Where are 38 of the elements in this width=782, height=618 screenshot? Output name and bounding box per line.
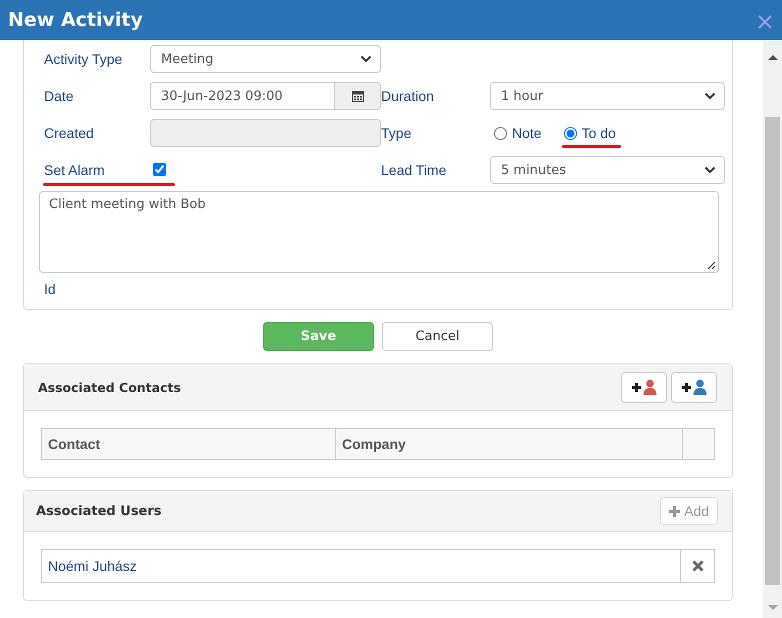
calendar-icon [352, 90, 364, 102]
field-label: Activity Type [44, 51, 122, 67]
panel-title: Associated Contacts [38, 380, 181, 394]
add-contact-button[interactable] [621, 372, 667, 402]
field-label: Duration [381, 88, 434, 104]
scrollbar[interactable] [763, 40, 782, 618]
resize-grip-icon [707, 261, 716, 270]
radio-button[interactable] [564, 126, 577, 140]
cancel-button[interactable]: Cancel [382, 322, 493, 351]
column-header: Company [336, 429, 683, 459]
select-field[interactable]: 5 minutes [490, 156, 725, 184]
chevron-icon [704, 166, 716, 174]
checkbox[interactable] [153, 162, 166, 176]
add-contact-button[interactable] [671, 372, 717, 402]
plus-icon [669, 506, 680, 516]
select-field[interactable]: 1 hour [490, 82, 725, 110]
calendar-button[interactable] [335, 82, 381, 110]
column-header: Contact [42, 429, 336, 459]
field-label: Id [44, 281, 56, 297]
date-field[interactable]: 30-Jun-2023 09:00 [150, 82, 335, 110]
field-label: Date [44, 88, 74, 104]
plus-person-icon [631, 379, 657, 395]
field-label: Lead Time [381, 162, 446, 178]
close-icon [692, 560, 704, 572]
radio-label: Note [512, 125, 542, 141]
close-icon [758, 15, 772, 29]
plus-person-icon [681, 379, 707, 395]
chevron-icon [360, 55, 372, 63]
panel-title: Associated Users [36, 504, 162, 518]
chevron-icon [704, 92, 716, 100]
notes-field[interactable]: Client meeting with Bob [39, 191, 719, 273]
window-title: New Activity [8, 9, 143, 31]
field-label: Set Alarm [44, 162, 105, 178]
radio-button[interactable] [494, 126, 507, 140]
radio-label: To do [582, 125, 616, 141]
field-label: Created [44, 125, 94, 141]
select-field[interactable]: Meeting [150, 45, 381, 73]
field-label: Type [381, 125, 412, 141]
